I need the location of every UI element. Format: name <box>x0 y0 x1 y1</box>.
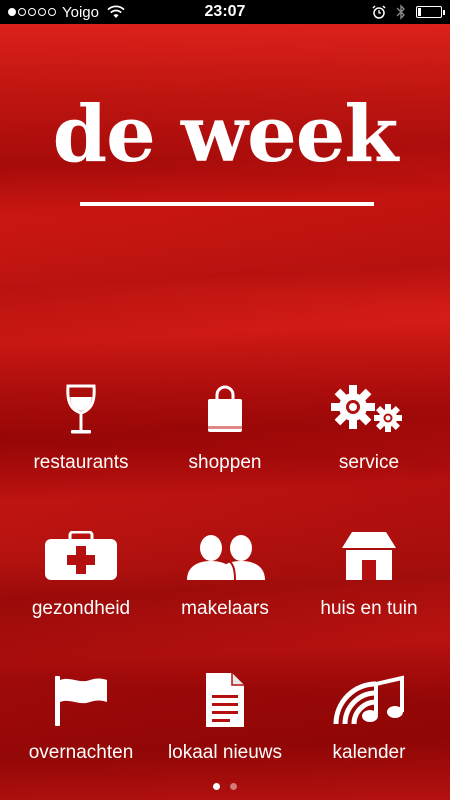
battery-icon <box>416 6 445 18</box>
menu-item-huis-en-tuin[interactable]: huis en tuin <box>294 526 444 636</box>
logo-underline <box>80 202 374 206</box>
page-dot-2[interactable] <box>230 783 237 790</box>
music-icon <box>329 670 409 730</box>
medical-kit-icon <box>41 526 121 586</box>
menu-item-overnachten[interactable]: overnachten <box>6 670 156 780</box>
menu-item-restaurants[interactable]: restaurants <box>6 380 156 490</box>
menu-item-label: lokaal nieuws <box>167 742 283 763</box>
signal-strength-icon <box>8 8 56 16</box>
carrier-name: Yoigo <box>62 3 99 21</box>
menu-item-label: kalender <box>332 742 406 763</box>
wine-glass-icon <box>41 380 121 440</box>
menu-item-shoppen[interactable]: shoppen <box>150 380 300 490</box>
menu-item-lokaal-nieuws[interactable]: lokaal nieuws <box>150 670 300 780</box>
menu-item-label: shoppen <box>188 452 262 473</box>
menu-item-kalender[interactable]: kalender <box>294 670 444 780</box>
menu-item-service[interactable]: service <box>294 380 444 490</box>
shopping-bag-icon <box>185 380 265 440</box>
menu-item-label: makelaars <box>181 598 269 619</box>
menu-item-makelaars[interactable]: makelaars <box>150 526 300 636</box>
house-icon <box>329 526 409 586</box>
status-bar: Yoigo 23:07 <box>0 0 450 24</box>
bluetooth-icon <box>396 4 405 20</box>
page-indicator[interactable] <box>0 783 450 790</box>
menu-item-label: restaurants <box>33 452 129 473</box>
gears-icon <box>329 380 409 440</box>
menu-item-label: huis en tuin <box>320 598 418 619</box>
menu-item-gezondheid[interactable]: gezondheid <box>6 526 156 636</box>
alarm-icon <box>372 5 386 19</box>
menu-item-label: overnachten <box>28 742 134 763</box>
flag-icon <box>41 670 121 730</box>
menu-item-label: service <box>338 452 400 473</box>
app-logo-title: de week <box>52 89 399 180</box>
page-dot-1[interactable] <box>213 783 220 790</box>
people-icon <box>185 526 265 586</box>
document-icon <box>185 670 265 730</box>
menu-item-label: gezondheid <box>31 598 131 619</box>
wifi-icon <box>107 5 125 18</box>
